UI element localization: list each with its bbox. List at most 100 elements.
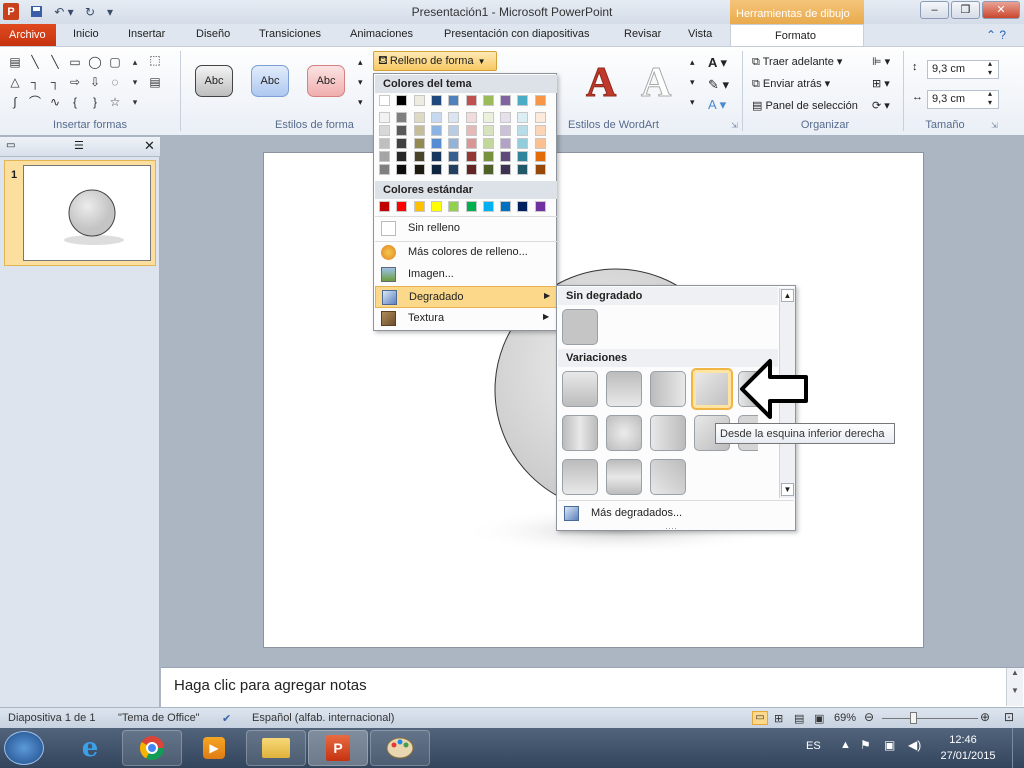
wordart-red-sample[interactable]: A (585, 59, 616, 107)
clock-time[interactable]: 12:46 (938, 734, 988, 746)
height-spinner[interactable]: ▴ ▾ (988, 59, 992, 77)
theme-shade-swatch[interactable] (517, 125, 529, 136)
slides-tab-icon[interactable]: ▭ (6, 140, 15, 151)
theme-shade-swatch[interactable] (448, 125, 460, 136)
theme-shade-swatch[interactable] (465, 112, 477, 123)
oval-shape-icon[interactable]: ◯ (88, 55, 102, 69)
theme-color-swatch[interactable] (448, 95, 460, 106)
theme-shade-swatch[interactable] (500, 138, 512, 149)
tab-presentacion[interactable]: Presentación con diapositivas (444, 28, 590, 40)
imagen-item[interactable]: Imagen... (375, 264, 557, 286)
standard-color-swatch[interactable] (465, 201, 477, 212)
theme-shade-swatch[interactable] (534, 112, 546, 123)
rectangle-shape-icon[interactable]: ▭ (68, 55, 82, 69)
theme-shade-swatch[interactable] (465, 151, 477, 162)
theme-shade-swatch[interactable] (396, 125, 408, 136)
theme-color-swatch[interactable] (430, 95, 442, 106)
theme-color-swatch[interactable] (517, 95, 529, 106)
shape-style-gray[interactable]: Abc (195, 65, 233, 97)
close-button[interactable]: ✕ (982, 1, 1020, 19)
standard-color-swatch[interactable] (413, 201, 425, 212)
show-desktop-button[interactable] (1012, 728, 1024, 768)
tab-revisar[interactable]: Revisar (624, 28, 661, 40)
theme-shade-swatch[interactable] (465, 125, 477, 136)
tab-inicio[interactable]: Inicio (73, 28, 99, 40)
shape-style-blue[interactable]: Abc (251, 65, 289, 97)
zoom-slider-thumb[interactable] (910, 712, 917, 724)
styles-more[interactable]: ▾ (358, 97, 363, 108)
theme-shade-swatch[interactable] (430, 164, 442, 175)
minimize-button[interactable]: – (920, 1, 949, 19)
zoom-level[interactable]: 69% (834, 712, 856, 724)
normal-view-icon[interactable]: ▭ (752, 711, 768, 725)
outline-tab-icon[interactable]: ☰ (74, 139, 84, 152)
standard-color-swatch[interactable] (482, 201, 494, 212)
theme-shade-swatch[interactable] (396, 151, 408, 162)
theme-shade-swatch[interactable] (482, 138, 494, 149)
shape-style-red[interactable]: Abc (307, 65, 345, 97)
theme-shade-swatch[interactable] (396, 112, 408, 123)
gradient-variation-4-highlighted[interactable] (691, 368, 733, 410)
left-brace-icon[interactable]: { (68, 95, 82, 109)
theme-shade-swatch[interactable] (482, 125, 494, 136)
textbox-icon[interactable]: ▤ (148, 75, 162, 89)
theme-shade-swatch[interactable] (534, 151, 546, 162)
theme-shade-swatch[interactable] (517, 151, 529, 162)
wordart-dialog-launcher[interactable]: ⇲ (731, 121, 738, 130)
theme-shade-swatch[interactable] (379, 151, 390, 162)
standard-color-swatch[interactable] (534, 201, 546, 212)
theme-shade-swatch[interactable] (517, 164, 529, 175)
mas-degradados-item[interactable]: Más degradados... (558, 503, 794, 525)
spellcheck-icon[interactable]: ✔ (222, 712, 231, 725)
theme-shade-swatch[interactable] (413, 112, 425, 123)
tab-animaciones[interactable]: Animaciones (350, 28, 413, 40)
styles-scroll-down[interactable]: ▾ (358, 77, 363, 88)
network-icon[interactable]: ▣ (884, 738, 895, 752)
standard-color-swatch[interactable] (448, 201, 460, 212)
text-fill-icon[interactable]: A ▾ (708, 55, 727, 71)
theme-shade-swatch[interactable] (430, 125, 442, 136)
callout-shape-icon[interactable]: ◌ (108, 75, 122, 89)
fit-slide-icon[interactable]: ⊡ (1004, 710, 1014, 724)
theme-shade-swatch[interactable] (500, 151, 512, 162)
scroll-down-icon[interactable]: ▼ (781, 483, 794, 496)
gradient-variation-1[interactable] (562, 371, 598, 407)
gradient-variation-6[interactable] (562, 415, 598, 451)
wordart-scroll-up[interactable]: ▴ (690, 57, 695, 68)
theme-shade-swatch[interactable] (413, 151, 425, 162)
line-shape-icon[interactable]: ╲ (28, 55, 42, 69)
elbow-connector-icon[interactable]: ┐ (28, 75, 42, 89)
theme-shade-swatch[interactable] (430, 151, 442, 162)
gradient-variation-2[interactable] (606, 371, 642, 407)
wordart-more[interactable]: ▾ (690, 97, 695, 108)
star-shape-icon[interactable]: ☆ (108, 95, 122, 109)
theme-shade-swatch[interactable] (430, 112, 442, 123)
text-effects-icon[interactable]: A ▾ (708, 97, 726, 113)
tab-archivo[interactable]: Archivo (0, 24, 56, 46)
theme-shade-swatch[interactable] (482, 164, 494, 175)
no-gradient-swatch[interactable] (562, 309, 598, 345)
gradient-variation-8[interactable] (650, 415, 686, 451)
theme-shade-swatch[interactable] (465, 138, 477, 149)
size-dialog-launcher[interactable]: ⇲ (991, 121, 998, 130)
tab-transiciones[interactable]: Transiciones (259, 28, 321, 40)
rounded-rect-shape-icon[interactable]: ▢ (108, 55, 122, 69)
relleno-forma-button[interactable]: ⛾ Relleno de forma ▼ (373, 51, 497, 71)
traer-adelante-button[interactable]: ⧉ Traer adelante ▾ (752, 55, 842, 69)
width-spinner[interactable]: ▴ ▾ (988, 89, 992, 107)
connector-icon[interactable]: ┐ (48, 75, 62, 89)
theme-color-swatch[interactable] (534, 95, 546, 106)
styles-scroll-up[interactable]: ▴ (358, 57, 363, 68)
theme-shade-swatch[interactable] (500, 112, 512, 123)
gradient-variation-13[interactable] (650, 459, 686, 495)
shapes-scroll-up[interactable]: ▴ (128, 55, 142, 69)
theme-shade-swatch[interactable] (500, 125, 512, 136)
mas-colores-item[interactable]: Más colores de relleno... (375, 242, 557, 264)
language-indicator[interactable]: Español (alfab. internacional) (252, 712, 394, 724)
file-explorer-icon[interactable] (246, 730, 306, 766)
tab-formato[interactable]: Formato (730, 24, 864, 47)
standard-color-swatch[interactable] (396, 201, 408, 212)
theme-shade-swatch[interactable] (534, 138, 546, 149)
enviar-atras-button[interactable]: ⧉ Enviar atrás ▾ (752, 77, 830, 91)
theme-shade-swatch[interactable] (413, 125, 425, 136)
